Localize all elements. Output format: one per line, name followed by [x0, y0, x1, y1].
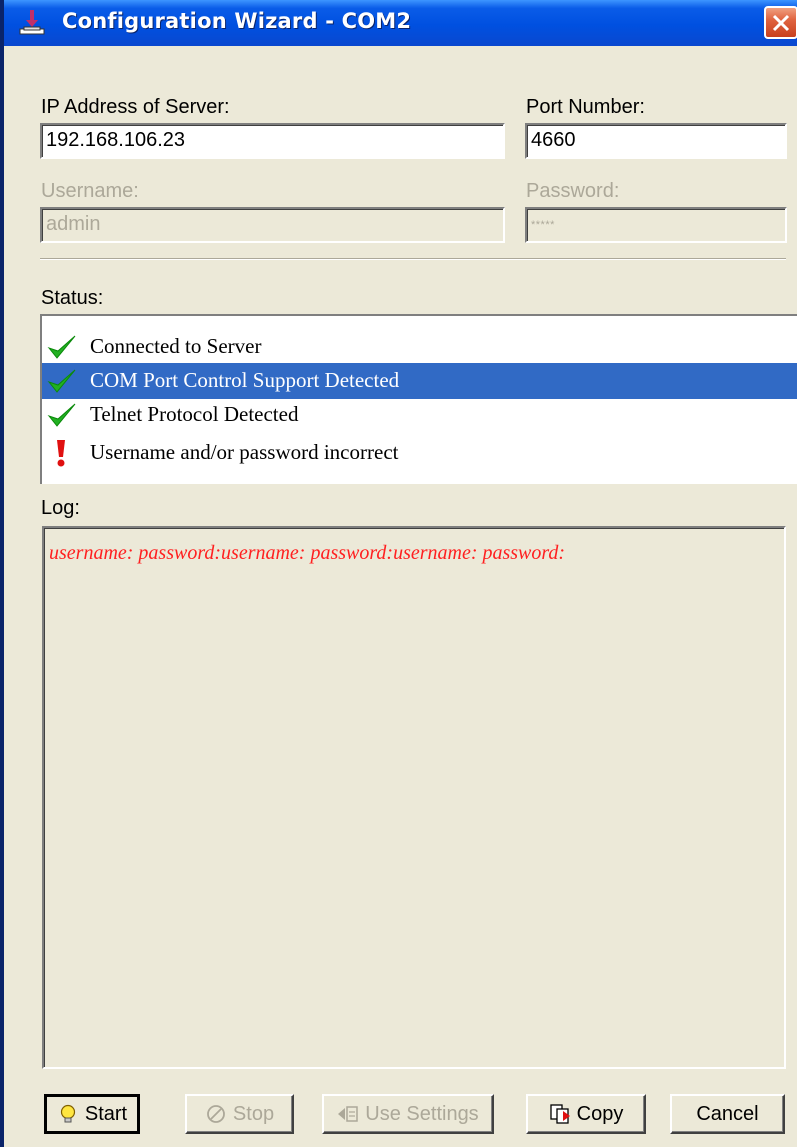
log-output[interactable]: username: password:username: password:us… — [42, 526, 786, 1069]
copy-button[interactable]: Copy — [526, 1094, 646, 1134]
green-check-icon — [47, 403, 76, 427]
start-button-label: Start — [84, 1102, 128, 1125]
username-input[interactable]: admin — [40, 207, 505, 243]
red-exclamation-icon — [57, 440, 65, 467]
close-button[interactable] — [764, 6, 797, 39]
close-icon — [772, 14, 790, 31]
log-text: username: password:username: password:us… — [49, 542, 566, 564]
status-item-label: Connected to Server — [90, 334, 262, 358]
configuration-wizard-window: Configuration Wizard - COM2 IP Address o… — [0, 0, 797, 1147]
status-label: Status: — [41, 287, 104, 309]
status-item-telnet[interactable]: Telnet Protocol Detected — [42, 397, 797, 433]
window-title: Configuration Wizard - COM2 — [62, 9, 412, 33]
status-item-label: Username and/or password incorrect — [90, 440, 399, 464]
apply-settings-icon — [338, 1106, 359, 1122]
stop-button[interactable]: Stop — [185, 1094, 294, 1134]
port-number-label: Port Number: — [526, 96, 645, 118]
green-check-icon — [47, 369, 76, 393]
stop-icon — [207, 1105, 225, 1123]
status-item-label: Telnet Protocol Detected — [90, 402, 299, 426]
port-plug-icon — [19, 10, 45, 35]
ip-address-label: IP Address of Server: — [41, 96, 230, 118]
status-item-auth-error[interactable]: Username and/or password incorrect — [42, 435, 797, 471]
cancel-button-label: Cancel — [696, 1102, 759, 1125]
ip-address-input[interactable]: 192.168.106.23 — [40, 123, 505, 159]
use-settings-button[interactable]: Use Settings — [322, 1094, 494, 1134]
lightbulb-icon — [60, 1104, 75, 1123]
status-item-connected[interactable]: Connected to Server — [42, 329, 797, 365]
copy-button-label: Copy — [576, 1102, 624, 1125]
use-settings-button-label: Use Settings — [365, 1102, 479, 1125]
title-bar[interactable]: Configuration Wizard - COM2 — [4, 0, 797, 46]
stop-button-label: Stop — [232, 1102, 275, 1125]
cancel-button[interactable]: Cancel — [670, 1094, 785, 1134]
log-label: Log: — [41, 497, 80, 519]
port-number-input[interactable]: 4660 — [525, 123, 787, 159]
separator — [40, 258, 786, 260]
password-input[interactable]: ***** — [525, 207, 787, 243]
username-label: Username: — [41, 180, 139, 202]
start-button[interactable]: Start — [44, 1094, 140, 1134]
status-item-com-port[interactable]: COM Port Control Support Detected — [42, 363, 797, 399]
status-item-label: COM Port Control Support Detected — [90, 368, 400, 392]
copy-icon — [549, 1104, 570, 1124]
status-list[interactable]: Connected to Server COM Port Control Sup… — [40, 314, 797, 484]
green-check-icon — [47, 335, 76, 359]
password-label: Password: — [526, 180, 620, 202]
